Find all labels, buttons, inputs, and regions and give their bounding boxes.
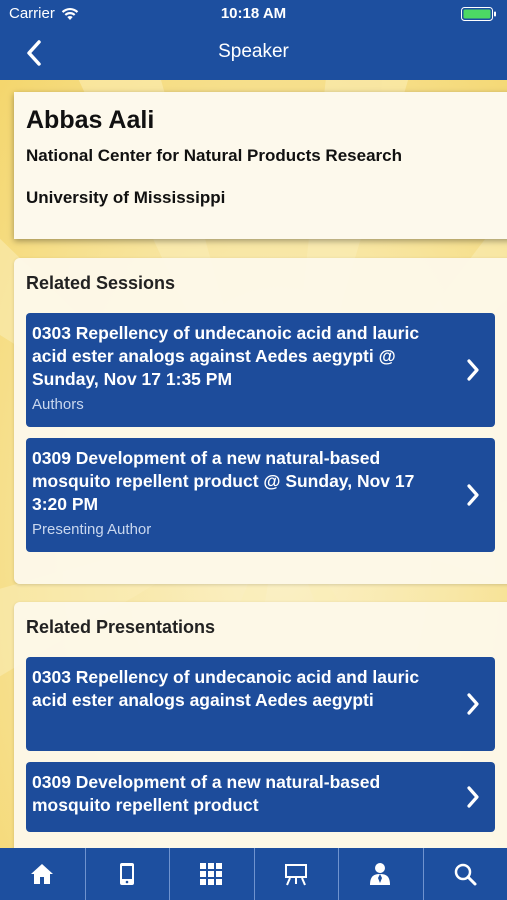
mobile-device-icon: [119, 863, 134, 885]
status-time: 10:18 AM: [220, 5, 287, 22]
grid-icon: [200, 863, 223, 885]
presentation-title: 0303 Repellency of undecanoic acid and l…: [32, 667, 420, 710]
battery-icon: [461, 7, 496, 21]
tab-mobile[interactable]: [84, 848, 170, 900]
content-area[interactable]: Abbas Aali National Center for Natural P…: [0, 80, 507, 848]
tab-grid[interactable]: [169, 848, 254, 900]
session-item[interactable]: 0309 Development of a new natural-based …: [26, 438, 495, 552]
app-header: Carrier 10:18 AM Speaker: [0, 0, 507, 80]
tab-search[interactable]: [422, 848, 507, 900]
presentation-board-icon: [284, 864, 307, 886]
speaker-card: Abbas Aali National Center for Natural P…: [14, 92, 507, 239]
related-presentations-title: Related Presentations: [26, 617, 216, 637]
session-title: 0303 Repellency of undecanoic acid and l…: [32, 323, 420, 389]
speaker-person-icon: [370, 863, 391, 885]
presentation-item[interactable]: 0303 Repellency of undecanoic acid and l…: [26, 657, 495, 751]
chevron-right-icon: [467, 484, 479, 506]
speaker-affiliation: National Center for Natural Products Res…: [26, 146, 402, 165]
home-icon: [31, 864, 54, 884]
search-icon: [454, 863, 477, 886]
status-bar: Carrier 10:18 AM: [0, 0, 507, 28]
presentation-item[interactable]: 0309 Development of a new natural-based …: [26, 762, 495, 832]
speaker-university: University of Mississippi: [26, 188, 226, 207]
page-title: Speaker: [218, 41, 289, 62]
session-role: Presenting Author: [32, 521, 152, 538]
session-role: Authors: [32, 396, 84, 413]
tab-speakers[interactable]: [338, 848, 423, 900]
tab-presentations[interactable]: [253, 848, 339, 900]
related-sessions-title: Related Sessions: [26, 273, 176, 293]
tab-bar: [0, 848, 507, 900]
chevron-right-icon: [467, 359, 479, 381]
session-title: 0309 Development of a new natural-based …: [32, 448, 415, 514]
tab-home[interactable]: [0, 848, 85, 900]
related-sessions-section: Related Sessions 0303 Repellency of unde…: [14, 258, 507, 584]
session-item[interactable]: 0303 Repellency of undecanoic acid and l…: [26, 313, 495, 427]
nav-bar: Speaker: [0, 28, 507, 80]
related-presentations-section: Related Presentations 0303 Repellency of…: [14, 602, 507, 848]
speaker-name: Abbas Aali: [26, 106, 155, 134]
chevron-right-icon: [467, 693, 479, 715]
presentation-title: 0309 Development of a new natural-based …: [32, 772, 381, 815]
chevron-right-icon: [467, 786, 479, 808]
